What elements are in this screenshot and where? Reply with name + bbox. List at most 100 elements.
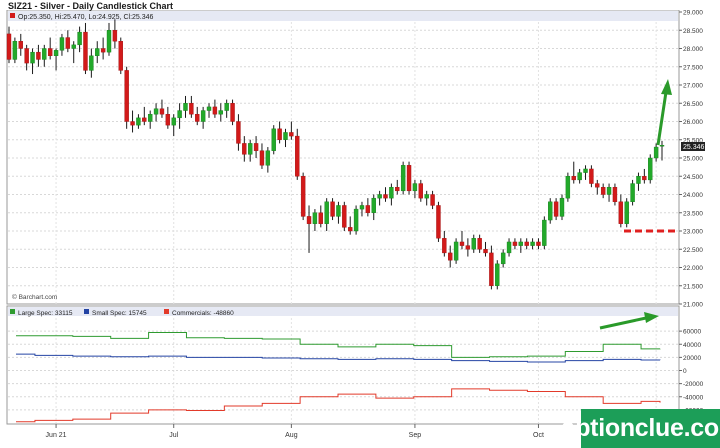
candle-body xyxy=(612,186,618,202)
candle-body xyxy=(242,143,247,155)
price-tick-label: 29.000 xyxy=(683,10,703,17)
cot-legend-label: Commercials: -48860 xyxy=(172,310,234,317)
cot-legend-label: Large Spec: 33115 xyxy=(18,310,73,317)
candle-body xyxy=(18,41,23,49)
candle-body xyxy=(71,44,76,49)
candle-body xyxy=(124,70,129,122)
candle-body xyxy=(571,176,576,181)
candle-body xyxy=(153,108,159,115)
candle-body xyxy=(36,51,41,60)
price-tick-label: 23.500 xyxy=(683,210,703,217)
candle-body xyxy=(171,117,176,126)
candle-body xyxy=(553,201,559,217)
candle-body xyxy=(536,241,541,246)
candle-body xyxy=(118,41,123,71)
candle-body xyxy=(318,212,323,224)
candle-body xyxy=(453,241,459,261)
candle-body xyxy=(483,249,488,254)
candle-body xyxy=(283,132,288,140)
price-tick-label: 26.000 xyxy=(683,119,703,126)
candle-body xyxy=(265,150,271,166)
candle-body xyxy=(359,205,365,210)
candle-body xyxy=(477,238,482,250)
price-panel xyxy=(6,9,680,305)
candle-body xyxy=(412,183,418,192)
cot-legend-label: Small Spec: 15745 xyxy=(92,310,147,317)
candle-body xyxy=(189,103,194,115)
cot-legend-swatch xyxy=(10,309,15,314)
candle-body xyxy=(524,241,529,246)
candle xyxy=(548,198,553,224)
candle-body xyxy=(306,216,312,224)
candle xyxy=(542,216,547,250)
candle-body xyxy=(106,30,112,53)
price-tick-label: 27.500 xyxy=(683,64,703,71)
price-tick-label: 22.500 xyxy=(683,247,703,254)
candle-body xyxy=(424,194,429,199)
candle xyxy=(300,172,306,221)
price-tick-label: 21.500 xyxy=(683,283,703,290)
candle-body xyxy=(506,241,512,254)
date-tick-label: Sep xyxy=(409,432,422,439)
candle-body xyxy=(300,176,306,217)
price-tick-label: 27.000 xyxy=(683,83,703,90)
cot-tick-label: 0 xyxy=(683,368,687,375)
candle-body xyxy=(136,117,141,126)
candle-body xyxy=(253,143,259,151)
candle-body xyxy=(289,132,294,137)
candle-body xyxy=(348,227,353,232)
candle-body xyxy=(277,128,282,140)
candle-body xyxy=(512,241,518,246)
candle-body xyxy=(436,205,441,239)
candle-body xyxy=(459,241,465,246)
candle-body xyxy=(212,106,218,115)
candle xyxy=(495,260,500,290)
candle-body xyxy=(30,51,35,64)
candle-body xyxy=(589,168,594,184)
ohlc-info-text: Op:25.350, Hi:25.470, Lo:24.925, Cl:25.3… xyxy=(18,14,154,21)
candle xyxy=(436,201,441,242)
candle xyxy=(342,201,347,231)
candle-body xyxy=(224,103,229,111)
candle-body xyxy=(147,113,153,122)
candle-body xyxy=(312,212,318,224)
candle-body xyxy=(183,103,188,111)
price-tick-label: 24.500 xyxy=(683,174,703,181)
candle xyxy=(565,172,571,202)
candle-body xyxy=(600,186,606,195)
candle-body xyxy=(100,48,106,53)
candle-body xyxy=(630,183,635,203)
candle xyxy=(12,37,18,64)
candle-body xyxy=(418,183,424,199)
candle xyxy=(118,37,123,75)
candle-body xyxy=(236,121,241,144)
candle-body xyxy=(24,48,29,64)
barchart-window: SIZ21 - Silver - Daily Candlestick Chart… xyxy=(0,0,720,448)
candle xyxy=(295,128,300,180)
candle-body xyxy=(377,194,382,199)
price-tick-label: 26.500 xyxy=(683,101,703,108)
candle-body xyxy=(465,245,471,250)
date-tick-label: Oct xyxy=(533,432,544,439)
candle-body xyxy=(406,165,412,192)
candle-body xyxy=(430,194,435,206)
cot-legend: Large Spec: 33115 Small Spec: 15745 Commer… xyxy=(10,309,234,317)
candle-body xyxy=(365,205,371,213)
candle-body xyxy=(606,186,612,195)
candle-body xyxy=(648,157,653,181)
candle-body xyxy=(12,41,18,60)
brand-badge[interactable]: optionclue.com xyxy=(560,409,720,448)
candle-body xyxy=(295,135,300,177)
candle xyxy=(624,198,629,228)
candle-body xyxy=(395,186,400,192)
candle-body xyxy=(330,201,335,217)
candle-body xyxy=(489,252,494,286)
candle-body xyxy=(653,146,659,159)
barchart-watermark: © Barchart.com xyxy=(12,293,57,301)
cot-tick-label: -40000 xyxy=(683,394,704,401)
cot-tick-label: 20000 xyxy=(683,355,701,362)
candle-body xyxy=(324,201,329,224)
candle xyxy=(559,194,565,221)
date-tick-label: Aug xyxy=(285,432,298,439)
candle-body xyxy=(89,55,94,71)
